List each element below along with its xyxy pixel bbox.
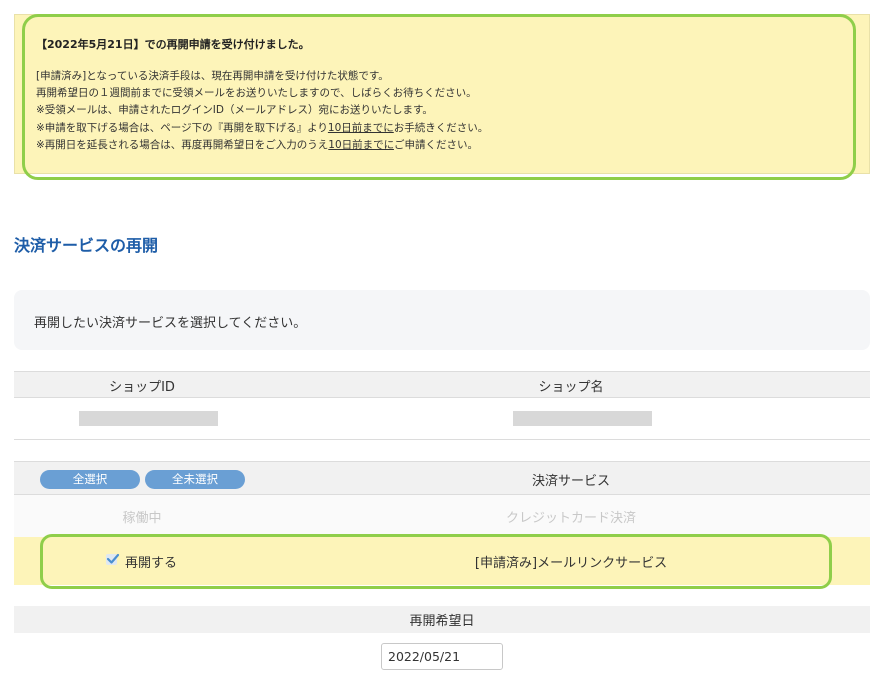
info-text: 再開したい決済サービスを選択してください。	[34, 316, 307, 331]
shop-name-redacted	[513, 411, 652, 426]
service-table-header: 全選択 全未選択 決済サービス	[14, 461, 870, 495]
notice-text: ※申請を取下げる場合は、ページ下の『再開を取下げる』より	[36, 121, 328, 134]
notice-title: 【2022年5月21日】での再開申請を受け付けました。	[36, 38, 310, 51]
notice-line: 再開希望日の１週間前までに受領メールをお送りいたしますので、しばらくお待ちくださ…	[36, 87, 477, 100]
notice-line: ※申請を取下げる場合は、ページ下の『再開を取下げる』より10日前までにお手続きく…	[36, 120, 488, 137]
notice-deadline: 10日前までに	[327, 121, 394, 134]
select-all-button[interactable]: 全選択	[40, 470, 140, 489]
service-row-credit: 稼働中 クレジットカード決済	[14, 495, 870, 537]
notice-line: ※受領メールは、申請されたログインID（メールアドレス）宛にお送りいたします。	[36, 104, 433, 117]
service-status: 稼働中	[122, 511, 162, 526]
shop-table-header: ショップID ショップ名	[14, 371, 870, 398]
section-title: 決済サービスの再開	[14, 236, 159, 255]
col-shop-name: ショップ名	[538, 380, 604, 395]
notice-text: ご申請ください。	[393, 138, 478, 151]
col-shop-id: ショップID	[109, 380, 175, 395]
resume-date-input[interactable]	[381, 643, 503, 670]
resume-date-label: 再開希望日	[409, 614, 475, 629]
col-service: 決済サービス	[531, 474, 611, 489]
notice-line: ※再開日を延長される場合は、再度再開希望日をご入力のうえ10日前までにご申請くだ…	[36, 137, 488, 154]
notice-text: お手続きください。	[393, 121, 489, 134]
service-name: クレジットカード決済	[505, 511, 637, 526]
shop-table-row	[14, 398, 870, 440]
service-highlight	[40, 534, 832, 589]
resume-date-header: 再開希望日	[14, 606, 870, 633]
deselect-all-button[interactable]: 全未選択	[145, 470, 245, 489]
shop-id-redacted	[79, 411, 218, 426]
notice-deadline: 10日前までに	[328, 138, 394, 151]
notice-line: [申請済み]となっている決済手段は、現在再開申請を受け付けた状態です。	[36, 70, 389, 82]
notice-body: [申請済み]となっている決済手段は、現在再開申請を受け付けた状態です。 再開希望…	[36, 68, 488, 154]
notice-text: ※再開日を延長される場合は、再度再開希望日をご入力のうえ	[36, 138, 329, 151]
info-box: 再開したい決済サービスを選択してください。	[14, 290, 870, 350]
